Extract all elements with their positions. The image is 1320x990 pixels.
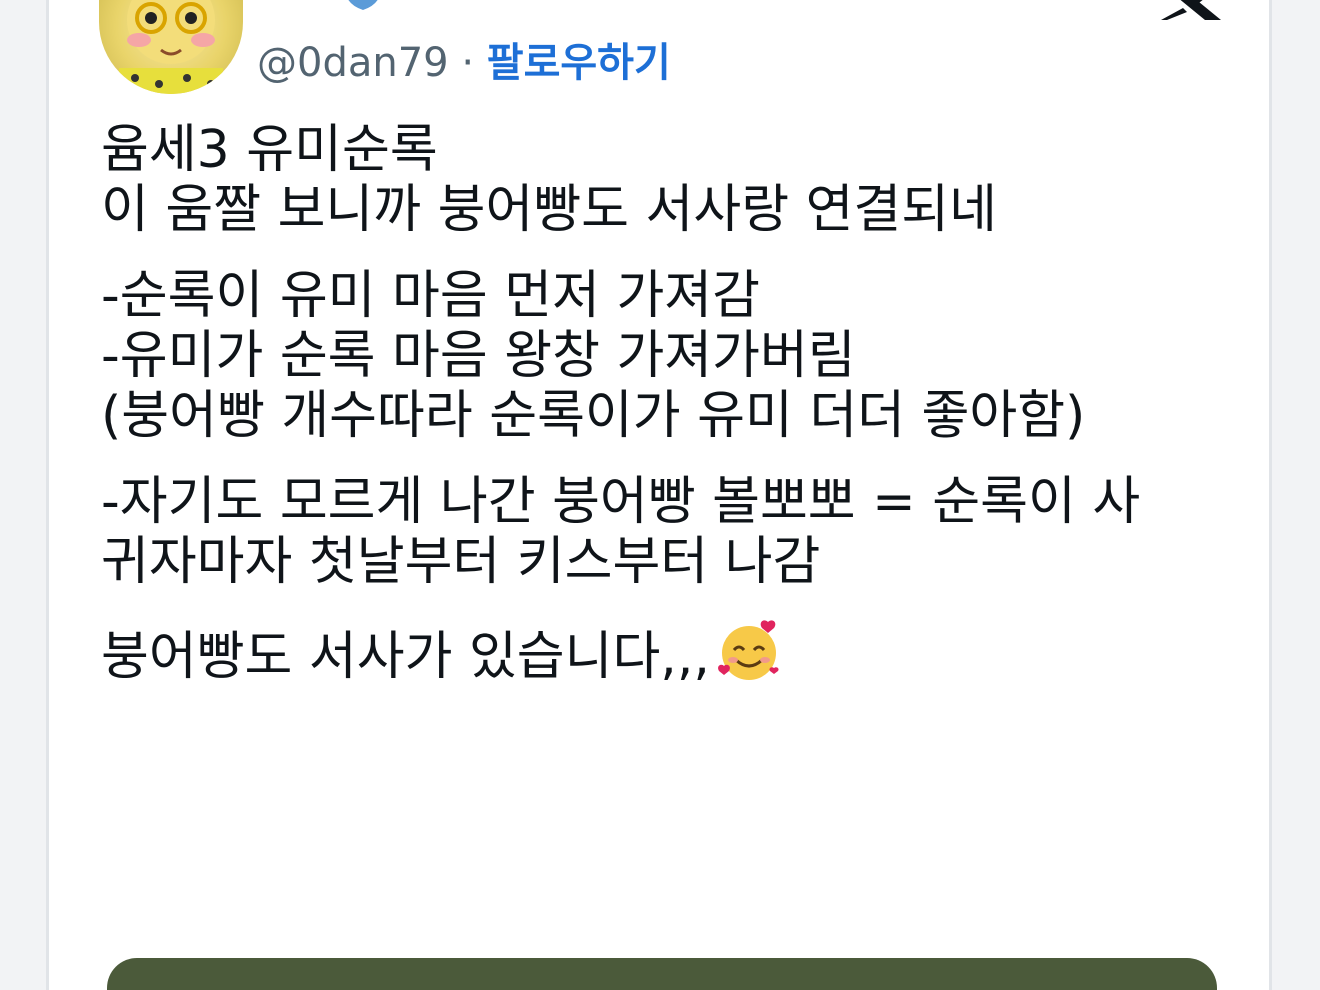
follow-button[interactable]: 팔로우하기	[487, 40, 671, 86]
tweet-line: -자기도 모르게 나간 붕어빵 볼뽀뽀 = 순록이 사	[101, 472, 1141, 532]
tweet-last-line: 붕어빵도 서사가 있습니다,,,	[101, 618, 1241, 687]
tweet-line: 귀자마자 첫날부터 키스부터 나감	[101, 532, 821, 592]
tweet-line: -순록이 유미 마음 먼저 가져감	[101, 266, 760, 326]
media-preview[interactable]	[107, 958, 1217, 990]
verified-badge-icon	[348, 0, 378, 10]
handle[interactable]: @0dan79	[257, 40, 449, 86]
tweet-line: (붕어빵 개수따라 순록이가 유미 더더 좋아함)	[101, 386, 1086, 446]
separator: ·	[461, 40, 475, 86]
tweet-line: 윰세3 유미순록	[101, 120, 438, 180]
tweet-line: 붕어빵도 서사가 있습니다,,,	[101, 627, 710, 687]
tweet-line: 이 움짤 보니까 붕어빵도 서사랑 연결되네	[101, 180, 997, 240]
tweet-card: 단단 @0dan79 · 팔로우하기 윰세3 유미순록 이 움짤 보니까 붕어빵…	[46, 0, 1272, 990]
x-logo-icon[interactable]	[1157, 0, 1225, 20]
handle-row: @0dan79 · 팔로우하기	[257, 30, 671, 88]
avatar-image	[119, 0, 223, 94]
tweet-line: -유미가 순록 마음 왕창 가져가버림	[101, 326, 856, 386]
tweet-text: 윰세3 유미순록 이 움짤 보니까 붕어빵도 서사랑 연결되네 -순록이 유미 …	[101, 120, 1241, 687]
avatar[interactable]	[99, 0, 243, 94]
smiling-face-with-hearts-icon	[717, 620, 779, 680]
